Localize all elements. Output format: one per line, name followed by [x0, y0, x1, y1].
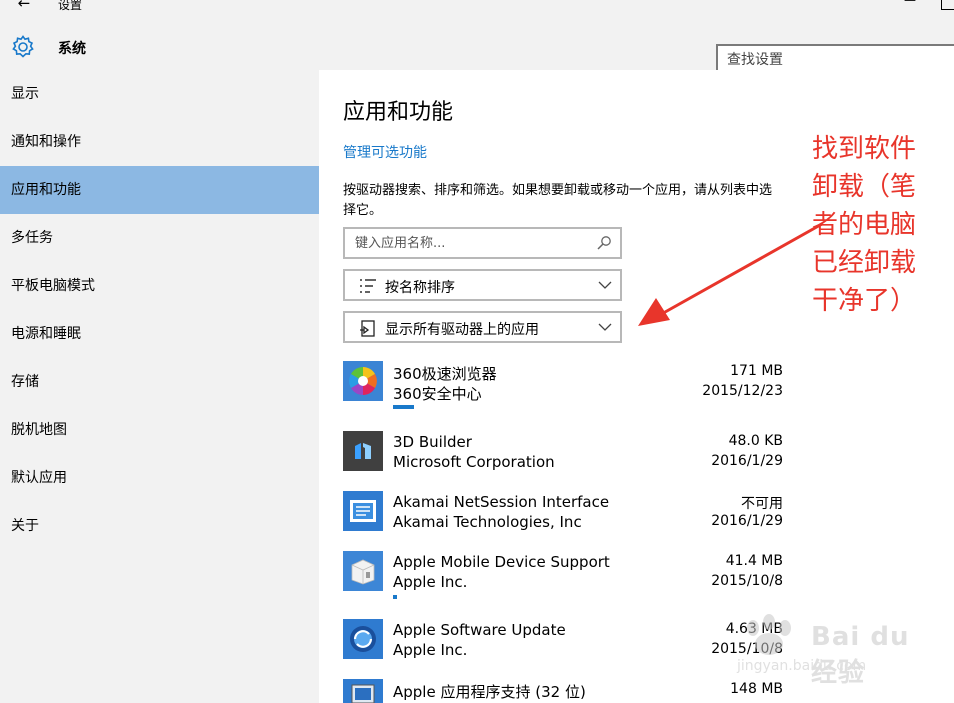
drive-icon — [360, 320, 375, 337]
sidebar-item-offline-maps[interactable]: 脱机地图 — [0, 406, 319, 454]
drive-filter-dropdown[interactable]: 显示所有驱动器上的应用 — [343, 311, 622, 343]
maximize-button[interactable] — [941, 0, 954, 10]
description-text: 按驱动器搜索、排序和筛选。如果想要卸载或移动一个应用，请从列表中选择它。 — [343, 183, 773, 218]
app-size: 41.4 MB — [725, 553, 783, 569]
chevron-down-icon — [598, 323, 612, 331]
title-bar: ← 设置 — — [0, 0, 954, 14]
app-size: 171 MB — [730, 363, 783, 379]
sort-dropdown[interactable]: 按名称排序 — [343, 269, 622, 301]
app-list-item[interactable]: Apple Mobile Device Support Apple Inc. 4… — [343, 551, 783, 607]
app-size-bar — [393, 405, 414, 409]
app-install-date: 2016/1/29 — [711, 513, 783, 529]
app-name: Apple Software Update — [393, 621, 566, 639]
app-publisher: Apple Inc. — [393, 573, 468, 591]
app-publisher: 360安全中心 — [393, 385, 482, 403]
app-list-item[interactable]: 360极速浏览器 360安全中心 171 MB 2015/12/23 — [343, 361, 783, 417]
app-name: Akamai NetSession Interface — [393, 493, 610, 511]
sidebar-item-notifications[interactable]: 通知和操作 — [0, 118, 319, 166]
sidebar-item-multitasking[interactable]: 多任务 — [0, 214, 319, 262]
app-install-date: 2015/10/8 — [711, 573, 783, 589]
minimize-button[interactable]: — — [904, 0, 916, 7]
filter-label: 显示所有驱动器上的应用 — [385, 322, 539, 338]
settings-search-input[interactable] — [718, 46, 954, 73]
sidebar: 显示 通知和操作 应用和功能 多任务 平板电脑模式 电源和睡眠 存储 脱机地图 … — [0, 70, 319, 703]
sidebar-item-power-sleep[interactable]: 电源和睡眠 — [0, 310, 319, 358]
sidebar-item-default-apps[interactable]: 默认应用 — [0, 454, 319, 502]
app-list-item[interactable]: 3D Builder Microsoft Corporation 48.0 KB… — [343, 431, 783, 487]
app-install-date: 2015/12/23 — [702, 383, 783, 399]
app-search-input[interactable] — [345, 229, 620, 257]
app-size: 不可用 — [741, 496, 783, 512]
sidebar-item-apps-features[interactable]: 应用和功能 — [0, 166, 319, 214]
app-size: 48.0 KB — [728, 433, 783, 449]
app-list-item[interactable]: Akamai NetSession Interface Akamai Techn… — [343, 491, 783, 547]
manage-optional-features-link[interactable]: 管理可选功能 — [343, 142, 427, 162]
section-title: 系统 — [58, 41, 86, 57]
gear-icon — [12, 35, 34, 58]
back-button[interactable]: ← — [12, 0, 36, 14]
app-list-item[interactable]: Apple 应用程序支持 (32 位) 148 MB — [343, 679, 783, 703]
app-size-bar — [393, 595, 397, 599]
window-title: 设置 — [58, 0, 83, 12]
sort-icon — [360, 279, 376, 293]
app-publisher: Microsoft Corporation — [393, 453, 555, 471]
app-name: Apple Mobile Device Support — [393, 553, 610, 571]
baidu-watermark: Bai du 经验 jingyan.baidu.com — [735, 612, 935, 688]
watermark-url: jingyan.baidu.com — [737, 658, 867, 674]
search-icon — [597, 236, 611, 250]
app-install-date: 2016/1/29 — [711, 453, 783, 469]
app-list-item[interactable]: Apple Software Update Apple Inc. 4.63 MB… — [343, 619, 783, 675]
360-browser-icon — [343, 361, 383, 401]
apple-update-icon — [343, 619, 383, 659]
app-name: 360极速浏览器 — [393, 365, 497, 383]
red-arrow-icon — [638, 222, 823, 326]
sidebar-item-about[interactable]: 关于 — [0, 502, 319, 550]
app-size: 148 MB — [730, 681, 783, 697]
annotation-text: 找到软件卸载（笔者的电脑已经卸载干净了） — [812, 134, 917, 316]
app-publisher: Apple Inc. — [393, 641, 468, 659]
sidebar-item-storage[interactable]: 存储 — [0, 358, 319, 406]
chevron-down-icon — [598, 281, 612, 289]
3d-builder-icon — [343, 431, 383, 471]
app-name: 3D Builder — [393, 433, 472, 451]
sort-label: 按名称排序 — [385, 280, 455, 296]
watermark-text: Bai du 经验 — [811, 622, 910, 688]
sidebar-item-display[interactable]: 显示 — [0, 70, 319, 118]
app-search-box — [343, 227, 622, 259]
apple-support-icon — [343, 679, 383, 703]
header: 系统 — [0, 14, 954, 75]
sidebar-item-tablet-mode[interactable]: 平板电脑模式 — [0, 262, 319, 310]
apple-mobile-icon — [343, 551, 383, 591]
app-name: Apple 应用程序支持 (32 位) — [393, 683, 586, 701]
paw-icon — [747, 614, 791, 655]
akamai-icon — [343, 491, 383, 531]
page-title: 应用和功能 — [343, 100, 454, 125]
app-publisher: Akamai Technologies, Inc — [393, 513, 582, 531]
